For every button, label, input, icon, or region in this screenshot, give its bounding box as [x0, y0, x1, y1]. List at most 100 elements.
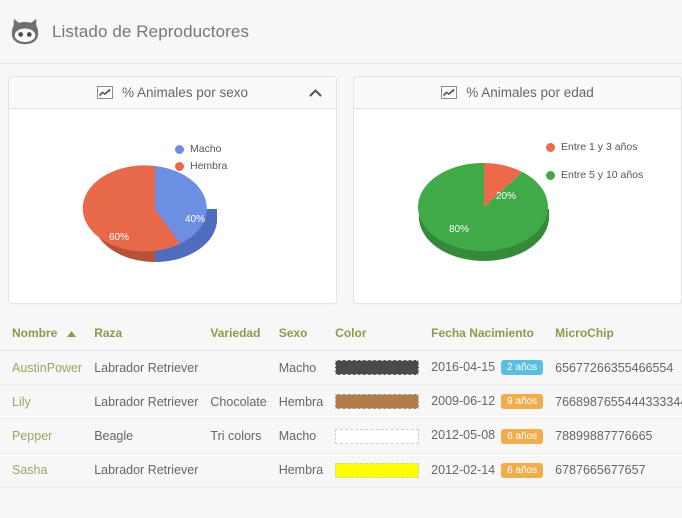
column-header-raza[interactable]: Raza — [88, 316, 204, 351]
pie-label-hembra: 60% — [109, 232, 129, 243]
fecha-text: 2012-02-14 — [431, 463, 495, 477]
panel-sexo-body: 40% 60% Macho Hembra — [9, 109, 336, 303]
color-swatch — [335, 429, 419, 444]
legend-dot-macho — [175, 145, 184, 154]
cell-variedad: Chocolate — [204, 385, 272, 419]
pie-chart-edad[interactable]: 20% 80% Entre 1 y 3 años Entre 5 y 10 añ… — [354, 109, 681, 303]
pie-chart-sexo-svg: 40% 60% — [9, 109, 336, 303]
column-label-color: Color — [335, 326, 366, 340]
panel-animales-por-edad: % Animales por edad — [353, 76, 682, 304]
animal-name-link[interactable]: Sasha — [12, 463, 47, 477]
cell-raza: Labrador Retriever — [88, 453, 204, 487]
column-label-raza: Raza — [94, 326, 122, 340]
color-swatch — [335, 394, 419, 409]
reproductores-table-wrap: Nombre Raza Variedad Sexo Color Fecha Na… — [0, 316, 682, 488]
edad-badge: 6 años — [501, 463, 543, 478]
cell-color — [329, 453, 425, 487]
animal-name-link[interactable]: Pepper — [12, 429, 52, 443]
column-header-variedad[interactable]: Variedad — [204, 316, 272, 351]
legend-label-1-3-anios: Entre 1 y 3 años — [561, 141, 637, 153]
cell-variedad — [204, 453, 272, 487]
cell-fecha-nacimiento: 2009-06-12 9 años — [425, 385, 549, 419]
fecha-text: 2012-05-08 — [431, 428, 495, 442]
table-row[interactable]: Sasha Labrador Retriever Hembra 2012-02-… — [0, 453, 682, 487]
column-header-microchip[interactable]: MicroChip — [549, 316, 682, 351]
app-root: Listado de Reproductores % Animales por … — [0, 0, 682, 518]
legend-dot-1-3-anios — [546, 143, 555, 152]
edad-badge: 6 años — [501, 429, 543, 444]
pie-label-1-3-anios: 20% — [496, 191, 516, 202]
column-header-sexo[interactable]: Sexo — [273, 316, 329, 351]
pie-label-macho: 40% — [185, 214, 205, 225]
cell-raza: Labrador Retriever — [88, 385, 204, 419]
page-title: Listado de Reproductores — [52, 22, 249, 42]
cell-fecha-nacimiento: 2012-02-14 6 años — [425, 453, 549, 487]
cell-nombre: Pepper — [0, 419, 88, 453]
cell-color — [329, 385, 425, 419]
table-row[interactable]: Pepper Beagle Tri colors Macho 2012-05-0… — [0, 419, 682, 453]
legend-dot-5-10-anios — [546, 171, 555, 180]
table-row[interactable]: AustinPower Labrador Retriever Macho 201… — [0, 351, 682, 385]
column-header-nombre[interactable]: Nombre — [0, 316, 88, 351]
cell-sexo: Macho — [273, 419, 329, 453]
cell-microchip: 65677266355466554 — [549, 351, 682, 385]
pie-legend-sexo: Macho Hembra — [175, 143, 227, 177]
legend-item-5-10-anios[interactable]: Entre 5 y 10 años — [546, 169, 643, 181]
color-swatch — [335, 463, 419, 478]
pie-slice-5-10-anios — [418, 163, 548, 251]
table-row[interactable]: Lily Labrador Retriever Chocolate Hembra… — [0, 385, 682, 419]
cell-sexo: Hembra — [273, 385, 329, 419]
cell-color — [329, 351, 425, 385]
panel-edad-heading[interactable]: % Animales por edad — [354, 77, 681, 109]
column-header-color[interactable]: Color — [329, 316, 425, 351]
cell-nombre: Sasha — [0, 453, 88, 487]
panel-sexo-title: % Animales por sexo — [122, 85, 248, 100]
column-header-fecha-nacimiento[interactable]: Fecha Nacimiento — [425, 316, 549, 351]
legend-label-macho: Macho — [190, 143, 222, 155]
legend-dot-hembra — [175, 162, 184, 171]
cell-variedad: Tri colors — [204, 419, 272, 453]
pie-legend-edad: Entre 1 y 3 años Entre 5 y 10 años — [546, 141, 643, 197]
legend-item-1-3-anios[interactable]: Entre 1 y 3 años — [546, 141, 643, 153]
panel-animales-por-sexo: % Animales por sexo — [8, 76, 337, 304]
edad-badge: 9 años — [501, 394, 543, 409]
table-head: Nombre Raza Variedad Sexo Color Fecha Na… — [0, 316, 682, 351]
table-header-row: Nombre Raza Variedad Sexo Color Fecha Na… — [0, 316, 682, 351]
cell-fecha-nacimiento: 2012-05-08 6 años — [425, 419, 549, 453]
color-swatch — [335, 360, 419, 375]
cell-raza: Beagle — [88, 419, 204, 453]
pie-label-5-10-anios: 80% — [449, 224, 469, 235]
page-header: Listado de Reproductores — [0, 0, 682, 64]
cell-nombre: Lily — [0, 385, 88, 419]
legend-item-hembra[interactable]: Hembra — [175, 160, 227, 172]
charts-row: % Animales por sexo — [0, 64, 682, 304]
column-label-variedad: Variedad — [210, 326, 260, 340]
legend-label-5-10-anios: Entre 5 y 10 años — [561, 169, 643, 181]
chevron-up-icon[interactable] — [309, 88, 322, 97]
column-label-nombre: Nombre — [12, 326, 57, 340]
pie-chart-sexo[interactable]: 40% 60% Macho Hembra — [9, 109, 336, 303]
column-label-sexo: Sexo — [279, 326, 308, 340]
column-label-microchip: MicroChip — [555, 326, 614, 340]
cell-microchip: 76689876554443333444 — [549, 385, 682, 419]
fecha-text: 2009-06-12 — [431, 394, 495, 408]
octocat-icon — [10, 17, 40, 47]
area-chart-icon — [97, 86, 113, 99]
cell-variedad — [204, 351, 272, 385]
fecha-text: 2016-04-15 — [431, 360, 495, 374]
legend-item-macho[interactable]: Macho — [175, 143, 227, 155]
animal-name-link[interactable]: AustinPower — [12, 361, 82, 375]
panel-edad-body: 20% 80% Entre 1 y 3 años Entre 5 y 10 añ… — [354, 109, 681, 303]
legend-label-hembra: Hembra — [190, 160, 227, 172]
cell-fecha-nacimiento: 2016-04-152 años — [425, 351, 549, 385]
pie-chart-edad-svg: 20% 80% — [354, 109, 681, 303]
column-label-fecha-nacimiento: Fecha Nacimiento — [431, 326, 534, 340]
animal-name-link[interactable]: Lily — [12, 395, 31, 409]
area-chart-icon — [441, 86, 457, 99]
cell-microchip: 78899887776665 — [549, 419, 682, 453]
cell-nombre: AustinPower — [0, 351, 88, 385]
cell-raza: Labrador Retriever — [88, 351, 204, 385]
reproductores-table: Nombre Raza Variedad Sexo Color Fecha Na… — [0, 316, 682, 488]
sort-ascending-icon — [67, 331, 76, 337]
panel-sexo-heading[interactable]: % Animales por sexo — [9, 77, 336, 109]
